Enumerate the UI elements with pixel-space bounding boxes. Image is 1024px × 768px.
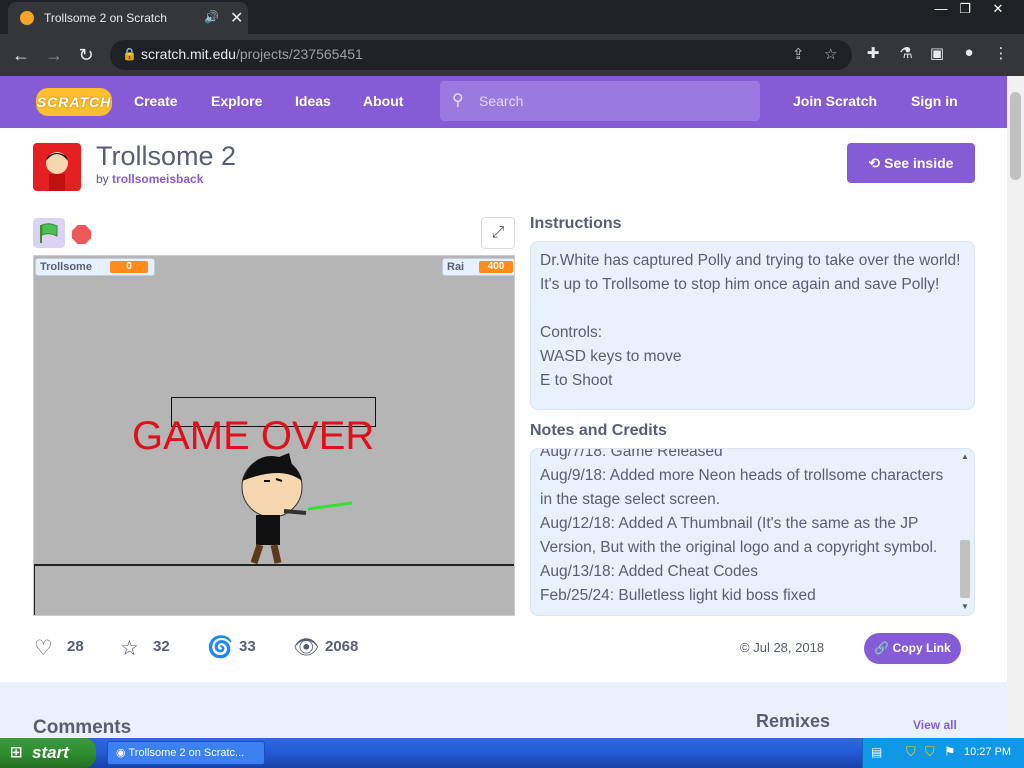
address-bar[interactable]: 🔒 scratch.mit.edu/projects/237565451 ⇪ ☆ (110, 40, 852, 70)
project-date: © Jul 28, 2018 (740, 640, 825, 655)
notes-line: in the stage select screen. (540, 491, 721, 508)
copy-link-button[interactable]: 🔗 Copy Link (864, 633, 961, 664)
join-scratch-link[interactable]: Join Scratch (793, 93, 877, 109)
instructions-line: WASD keys to move (540, 348, 682, 365)
notes-scroll-thumb[interactable] (960, 540, 970, 598)
view-count: 2068 (325, 638, 359, 655)
more-menu-icon[interactable]: ⋮ (990, 44, 1012, 62)
url-text: scratch.mit.edu/projects/237565451 (141, 46, 363, 62)
close-tab-icon[interactable]: ✕ (230, 8, 243, 28)
instructions-heading: Instructions (530, 215, 622, 232)
taskbar-clock: 10:27 PM (964, 746, 1012, 758)
search-input[interactable]: ⚲ Search (440, 81, 760, 121)
scratch-favicon-icon (20, 11, 34, 25)
remix-spiral-icon: 🌀 (207, 636, 234, 659)
search-placeholder: Search (479, 93, 524, 109)
notes-line: Version, But with the original logo and … (540, 539, 938, 556)
tab-title: Trollsome 2 on Scratch (44, 11, 167, 25)
lock-icon[interactable]: 🔒 (122, 47, 137, 61)
notes-content: Aug/7/18: Game Released Aug/9/18: Added … (540, 448, 944, 608)
notes-scrollbar[interactable]: ▲ ▼ (958, 452, 972, 614)
search-icon: ⚲ (452, 92, 464, 109)
chrome-icon: ◉ (116, 747, 126, 759)
stop-button[interactable] (72, 225, 91, 244)
scroll-up-icon[interactable]: ▲ (961, 452, 969, 461)
notes-line: Aug/13/18: Added Cheat Codes (540, 563, 759, 580)
green-flag-button[interactable] (33, 218, 65, 248)
scratch-logo[interactable]: SCRATCH (36, 88, 112, 116)
sign-in-link[interactable]: Sign in (911, 93, 958, 109)
favorite-star-icon[interactable]: ☆ (120, 636, 139, 661)
reload-icon[interactable]: ↻ (74, 44, 98, 68)
speaker-icon[interactable]: 🔊 (204, 10, 219, 24)
notes-line: Aug/9/18: Added more Neon heads of troll… (540, 467, 944, 484)
forward-icon[interactable]: → (42, 44, 66, 68)
share-icon[interactable]: ⇪ (792, 45, 805, 63)
instructions-line: It's up to Trollsome to stop him once ag… (540, 276, 940, 293)
bookmark-star-icon[interactable]: ☆ (824, 45, 837, 63)
nav-about[interactable]: About (363, 93, 403, 109)
notes-line: Aug/7/18: Game Released (540, 448, 723, 460)
lower-section (0, 682, 1007, 738)
labs-flask-icon[interactable]: ⚗ (895, 44, 917, 62)
instructions-box: Dr.White has captured Polly and trying t… (530, 241, 975, 410)
remix-arrows-icon: ⟲ (868, 155, 881, 171)
network-icon[interactable]: ⚑ (944, 744, 956, 760)
green-flag-icon (40, 223, 58, 243)
project-title: Trollsome 2 (96, 141, 237, 171)
browser-toolbar: ← → ↻ 🔒 scratch.mit.edu/projects/2375654… (0, 34, 1024, 76)
notes-line: Feb/25/24: Bulletless light kid boss fix… (540, 587, 816, 604)
trollsome-character-sprite (241, 453, 353, 565)
browser-tab-bar: Trollsome 2 on Scratch 🔊 ✕ — ❐ ✕ (0, 0, 1024, 34)
love-heart-icon[interactable]: ♡ (34, 636, 53, 661)
views-eye-icon: 👁 (293, 636, 320, 659)
instructions-line: Controls: (540, 324, 603, 341)
page-scroll-thumb[interactable] (1010, 92, 1021, 180)
start-button[interactable]: ⊞ start (0, 738, 96, 768)
variable-monitor-trollsome: Trollsome 0 (35, 258, 155, 276)
back-icon[interactable]: ← (9, 44, 33, 68)
instructions-line (540, 297, 974, 321)
favorite-count: 32 (153, 638, 170, 655)
instructions-line: Dr.White has captured Polly and trying t… (540, 252, 961, 269)
security-alert-icon[interactable]: ⛉ (925, 744, 935, 760)
windows-logo-icon: ⊞ (10, 744, 23, 761)
keyboard-icon[interactable]: ▤ (871, 745, 882, 759)
instructions-line: E to Shoot (540, 372, 613, 389)
stage-floor (34, 564, 514, 615)
taskbar-chrome-window[interactable]: ◉ Trollsome 2 on Scratc... (107, 741, 265, 765)
fullscreen-icon: ⤢ (491, 224, 505, 241)
see-inside-button[interactable]: ⟲ See inside (847, 143, 975, 183)
profile-avatar-icon[interactable]: ● (958, 44, 980, 61)
comments-heading: Comments (33, 717, 132, 738)
variable-monitor-rai: Rai 400 (442, 258, 514, 276)
notes-heading: Notes and Credits (530, 422, 667, 439)
side-panel-icon[interactable]: ▣ (926, 44, 948, 62)
remixes-heading: Remixes (756, 711, 831, 731)
remix-count: 33 (239, 638, 256, 655)
link-icon: 🔗 (874, 641, 890, 655)
nav-explore[interactable]: Explore (211, 93, 262, 109)
security-shield-icon[interactable]: ⛉ (906, 744, 916, 760)
author-avatar[interactable] (33, 143, 81, 191)
scratch-navbar: SCRATCH Create Explore Ideas About ⚲ Sea… (0, 76, 1007, 128)
notes-box[interactable]: Aug/7/18: Game Released Aug/9/18: Added … (530, 448, 975, 616)
author-link[interactable]: trollsomeisback (112, 172, 203, 186)
project-stage[interactable]: Trollsome 0 Rai 400 GAME OVER (33, 255, 515, 616)
nav-create[interactable]: Create (134, 93, 178, 109)
restore-icon[interactable]: ❐ (950, 0, 980, 18)
view-all-link[interactable]: View all (913, 718, 957, 732)
love-count: 28 (67, 638, 84, 655)
notes-line: Aug/12/18: Added A Thumbnail (It's the s… (540, 515, 919, 532)
close-window-icon[interactable]: ✕ (983, 0, 1013, 18)
browser-tab[interactable]: Trollsome 2 on Scratch 🔊 ✕ (8, 2, 248, 34)
project-author: by trollsomeisback (96, 172, 204, 186)
fullscreen-button[interactable]: ⤢ (481, 217, 515, 249)
extensions-icon[interactable]: ✚ (862, 44, 884, 62)
nav-ideas[interactable]: Ideas (295, 93, 331, 109)
copyright-icon: © (740, 640, 750, 655)
scroll-down-icon[interactable]: ▼ (961, 602, 969, 611)
